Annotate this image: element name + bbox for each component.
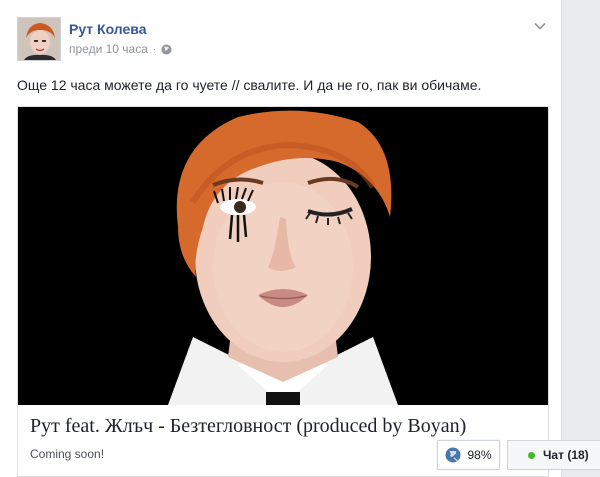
- post-header: Рут Колева преди 10 часа ·: [17, 17, 547, 63]
- post-timestamp[interactable]: преди 10 часа: [69, 42, 148, 56]
- separator-dot: ·: [152, 43, 157, 55]
- post-card: Рут Колева преди 10 часа · Още 12 часа м…: [0, 0, 562, 477]
- chat-tab[interactable]: Чат (18): [507, 440, 600, 470]
- link-title[interactable]: Рут feat. Жлъч - Безтегловност (produced…: [30, 415, 466, 438]
- post-meta: преди 10 часа ·: [69, 42, 172, 56]
- avatar[interactable]: [17, 17, 61, 61]
- chat-label: Чат (18): [543, 448, 589, 462]
- post-text: Още 12 часа можете да го чуете // свалит…: [17, 77, 482, 93]
- chevron-down-icon[interactable]: [533, 19, 547, 33]
- globe-icon[interactable]: [161, 43, 172, 55]
- link-preview[interactable]: Рут feat. Жлъч - Безтегловност (produced…: [17, 106, 549, 477]
- link-subtitle: Coming soon!: [30, 447, 105, 461]
- preview-photo[interactable]: [18, 107, 548, 405]
- online-dot-icon: [528, 451, 535, 459]
- zoom-value: 98%: [467, 448, 492, 462]
- avatar-image: [18, 18, 60, 60]
- globe-icon: [445, 447, 461, 463]
- author-name[interactable]: Рут Колева: [69, 21, 147, 37]
- zoom-indicator[interactable]: 98%: [437, 440, 500, 470]
